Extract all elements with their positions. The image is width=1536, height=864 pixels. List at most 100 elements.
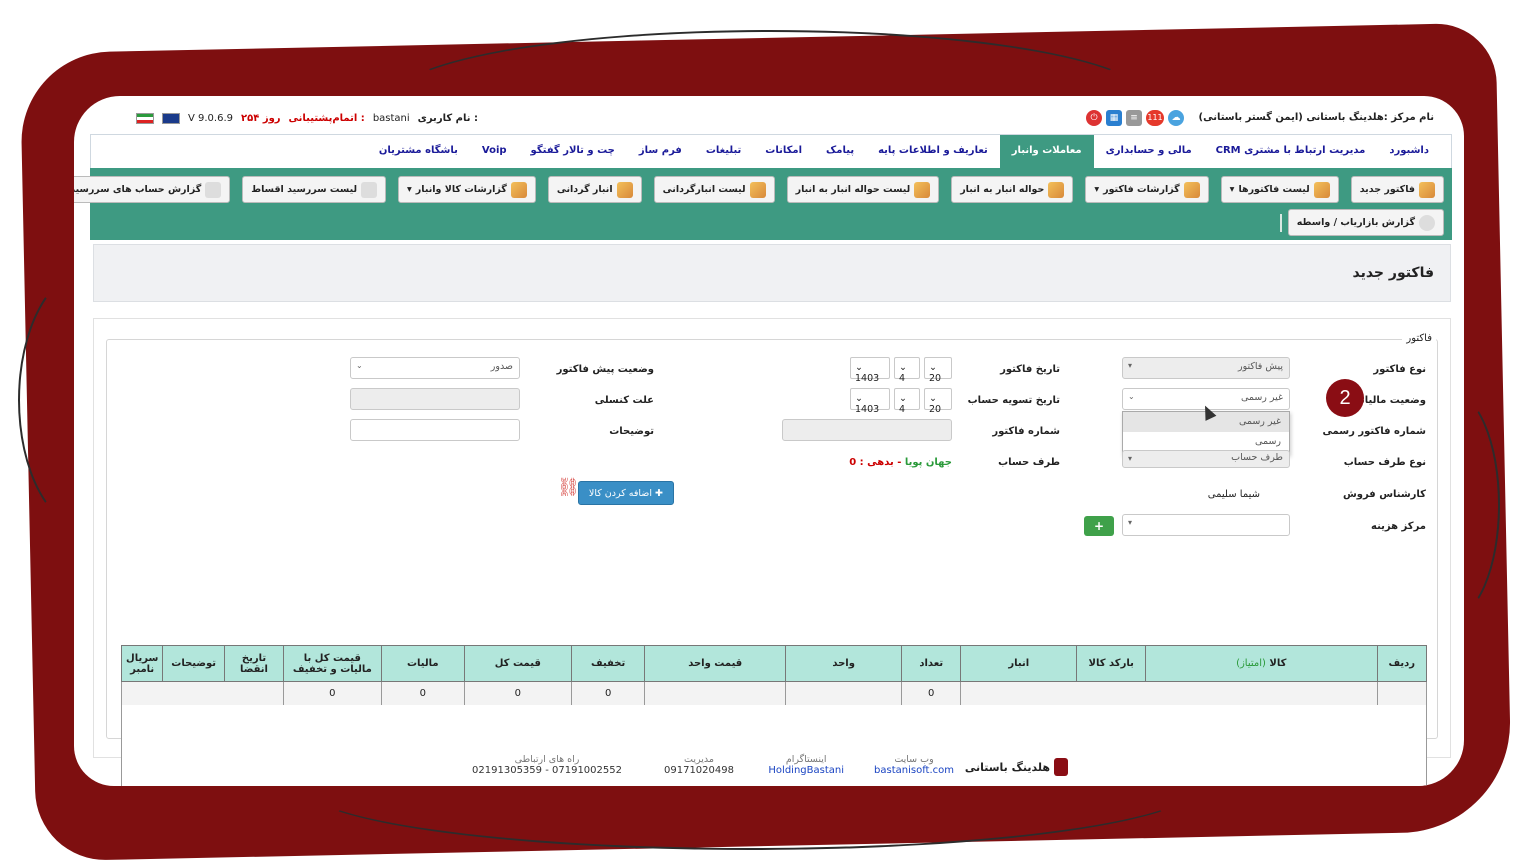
scan-icon[interactable]: ⛓ [557, 477, 580, 498]
col-total-with-tax: قیمت کل با مالیات و تخفیف [283, 645, 382, 682]
col-warehouse: انبار [960, 645, 1078, 682]
party-type-label: نوع طرف حساب [1343, 457, 1426, 468]
cost-center-label: مرکز هزینه [1371, 521, 1426, 532]
debt-text: - بدهی : 0 [849, 457, 902, 468]
caret-down-icon: ▾ [407, 184, 412, 195]
sales-expert-value: شیما سلیمی [1207, 489, 1260, 500]
chevron-down-icon: ⌄ [356, 361, 363, 370]
iran-flag-icon[interactable] [136, 113, 154, 124]
footer-instagram: اینستاگرام HoldingBastani [768, 754, 844, 776]
account-party-label: طرف حساب [998, 457, 1060, 468]
col-serial: سریال نامبر [120, 645, 164, 682]
support-days: ۲۵۴ روز [241, 113, 281, 124]
username: bastani [372, 113, 410, 124]
invoice-form: فاکتور نوع فاکتور پیش فاکتور ▾ وضعیت مالی… [93, 318, 1451, 786]
inventory-count-button[interactable]: انبار گردانی [547, 176, 642, 203]
menu-item-features[interactable]: امکانات [753, 135, 814, 169]
overdue-accounts-report-button[interactable]: گزارش حساب های سررسید شده [74, 176, 231, 203]
transfer-icon [1048, 181, 1065, 198]
col-unit-price: قیمت واحد [644, 645, 786, 682]
top-bar: نام مرکز :هلدینگ باستانی (ایمن گستر باست… [74, 96, 1464, 136]
col-barcode: بارکد کالا [1076, 645, 1146, 682]
invoice-reports-button[interactable]: گزارشات فاکتور ▾ [1085, 176, 1209, 203]
settle-date-label: تاریخ تسویه حساب [967, 395, 1060, 406]
settle-date-year[interactable]: ⌄ 1403 [850, 388, 890, 415]
total-tax: 0 [380, 681, 465, 706]
list-icon [1313, 181, 1330, 198]
warehouse-transfer-list-button[interactable]: لیست حواله انبار به انبار [786, 176, 940, 203]
party-type-select[interactable]: طرف حساب ▾ [1122, 450, 1290, 468]
chevron-down-icon: ▾ [1128, 361, 1133, 370]
invoice-list-button[interactable]: لیست فاکتورها ▾ [1220, 176, 1339, 203]
cost-center-select[interactable]: ▾ [1122, 514, 1290, 536]
invoice-date-day[interactable]: ⌄ 20 [924, 357, 952, 384]
sales-expert-label: کارشناس فروش [1342, 489, 1426, 500]
notification-badge[interactable]: 111 [1146, 110, 1164, 126]
invoice-icon [1419, 181, 1435, 198]
invoice-date-label: تاریخ فاکتور [1000, 364, 1060, 375]
installments-due-list-button[interactable]: لیست سررسید اقساط [242, 176, 387, 203]
col-row: ردیف [1376, 645, 1428, 682]
menu-item-voip[interactable]: Voip [470, 135, 519, 169]
menu-item-sms[interactable]: پیامک [814, 135, 866, 169]
menu-item-chat[interactable]: چت و تالار گفتگو [519, 135, 627, 169]
warehouse-transfer-button[interactable]: حواله انبار به انبار [951, 176, 1074, 203]
col-total: قیمت کل [463, 645, 572, 682]
sub-toolbar: فاکتور جدید لیست فاکتورها ▾ گزارشات فاکتو… [74, 168, 1452, 240]
page-title: فاکتور جدید [1352, 265, 1434, 281]
totals-row: 0 0 0 0 0 [120, 681, 1428, 706]
menu-item-trade-warehouse[interactable]: معاملات وانبار [999, 134, 1094, 169]
invoice-number-label: شماره فاکتور [992, 426, 1060, 437]
support-label: اتمام‌پشتیبانی : [288, 113, 365, 124]
footer: هلدینگ باستانی وب سایت bastanisoft.com ا… [74, 746, 1464, 786]
menu-item-customer-club[interactable]: باشگاه مشتریان [367, 135, 470, 169]
invoice-number-input[interactable] [782, 419, 952, 441]
description-input[interactable] [350, 419, 520, 441]
chat-icon[interactable]: ☁ [1168, 110, 1184, 126]
menu-item-ads[interactable]: تبلیغات [694, 135, 753, 169]
menu-item-form-builder[interactable]: فرم ساز [627, 135, 694, 169]
page-header: فاکتور جدید [93, 244, 1451, 302]
menu-item-finance[interactable]: مالی و حسابداری [1094, 135, 1204, 169]
report-icon [1183, 181, 1200, 198]
total-price: 0 [463, 681, 572, 706]
transfer-list-icon [914, 181, 931, 198]
chevron-down-icon: ▾ [1128, 454, 1133, 463]
add-cost-center-button[interactable]: + [1084, 516, 1114, 536]
calendar-icon[interactable]: ▦ [1106, 110, 1122, 126]
goods-warehouse-reports-button[interactable]: گزارشات کالا وانبار ▾ [398, 176, 536, 203]
top-icons: ⏻ ▦ ≡ 111 ☁ [1086, 110, 1184, 126]
marketer-report-button[interactable]: گزارش بازاریاب / واسطه [1287, 209, 1444, 236]
brand-logo-icon [1054, 758, 1068, 776]
menu-item-base-info[interactable]: تعاریف و اطلاعات پایه [866, 135, 1000, 169]
inventory-count-list-button[interactable]: لیست انبارگردانی [653, 176, 775, 203]
notes-icon[interactable]: ≡ [1126, 110, 1142, 126]
settle-date-day[interactable]: ⌄ 20 [924, 388, 952, 415]
clipboard-icon [205, 181, 222, 198]
settle-date-month[interactable]: ⌄ 4 [894, 388, 920, 415]
invoice-date-year[interactable]: ⌄ 1403 [850, 357, 890, 384]
cancel-reason-label: علت کنسلی [594, 395, 654, 406]
add-goods-button[interactable]: ✚ اضافه کردن کالا [577, 481, 674, 505]
instagram-link[interactable]: HoldingBastani [768, 765, 844, 776]
user-area: V 9.0.6.9 ۲۵۴ روز اتمام‌پشتیبانی : basta… [136, 113, 478, 124]
menu-item-crm[interactable]: مدیریت ارتباط با مشتری CRM [1204, 135, 1378, 169]
form-legend: فاکتور [1402, 333, 1436, 344]
account-party-name[interactable]: جهان پویا [905, 457, 952, 468]
invoice-type-select[interactable]: پیش فاکتور ▾ [1122, 357, 1290, 379]
menu-item-dashboard[interactable]: داشبورد [1377, 135, 1441, 169]
col-count: تعداد [901, 645, 962, 682]
version-label: V 9.0.6.9 [188, 113, 234, 124]
caret-down-icon: ▾ [1094, 184, 1100, 195]
invoice-date-month[interactable]: ⌄ 4 [894, 357, 920, 384]
cancel-reason-input[interactable] [350, 388, 520, 410]
official-invoice-number-label: شماره فاکتور رسمی [1322, 426, 1426, 437]
uk-flag-icon[interactable] [162, 113, 180, 124]
power-icon[interactable]: ⏻ [1086, 110, 1102, 126]
website-link[interactable]: bastanisoft.com [874, 765, 954, 776]
chevron-down-icon: ⌄ [1128, 392, 1135, 401]
dropdown-option[interactable]: رسمی [1123, 432, 1289, 452]
new-invoice-button[interactable]: فاکتور جدید [1350, 176, 1444, 203]
prefactor-status-select[interactable]: صدور ⌄ [350, 357, 520, 379]
marketer-icon [1419, 214, 1435, 231]
